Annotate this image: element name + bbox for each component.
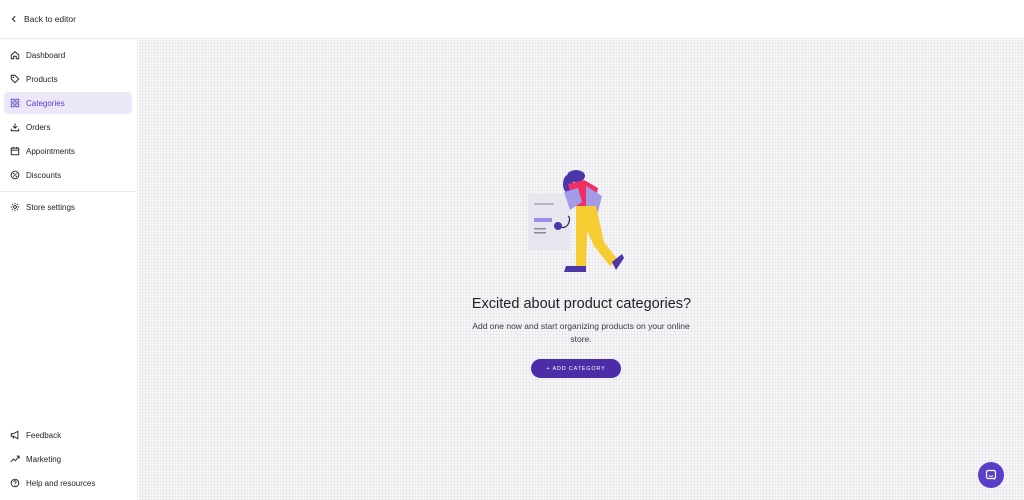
categories-illustration xyxy=(528,170,624,272)
empty-state-title: Excited about product categories? xyxy=(471,296,692,312)
sidebar-divider xyxy=(0,191,138,192)
calendar-icon xyxy=(10,146,20,156)
sidebar-item-label: Categories xyxy=(26,98,65,108)
add-category-button[interactable]: + ADD CATEGORY xyxy=(531,359,621,378)
top-bar: Back to editor xyxy=(0,0,1024,39)
sidebar-item-appointments[interactable]: Appointments xyxy=(4,140,132,162)
tag-icon xyxy=(10,74,20,84)
sidebar-item-label: Dashboard xyxy=(26,50,66,60)
sidebar-item-products[interactable]: Products xyxy=(4,68,132,90)
sidebar-item-dashboard[interactable]: Dashboard xyxy=(4,44,132,66)
sidebar-item-help-and-resources[interactable]: Help and resources xyxy=(4,472,132,494)
home-icon xyxy=(10,51,20,60)
sidebar-item-label: Products xyxy=(26,74,58,84)
chat-icon xyxy=(985,469,997,480)
sidebar-item-orders[interactable]: Orders xyxy=(4,116,132,138)
megaphone-icon xyxy=(10,430,19,440)
gear-icon xyxy=(10,202,20,212)
download-icon xyxy=(10,123,20,132)
sidebar-item-label: Help and resources xyxy=(26,478,96,488)
sidebar-item-label: Appointments xyxy=(26,146,75,156)
sidebar-item-label: Store settings xyxy=(26,202,75,212)
sidebar-item-label: Orders xyxy=(26,122,51,132)
discount-icon xyxy=(10,170,20,180)
empty-state-description: Add one now and start organizing product… xyxy=(472,321,690,344)
chat-support-button[interactable] xyxy=(978,462,1004,488)
sidebar-item-discounts[interactable]: Discounts xyxy=(4,164,132,186)
help-icon xyxy=(10,478,20,488)
sidebar-item-label: Feedback xyxy=(26,430,62,440)
chevron-left-icon xyxy=(11,15,16,23)
sidebar-item-feedback[interactable]: Feedback xyxy=(4,424,132,446)
trend-icon xyxy=(10,455,20,463)
grid-icon xyxy=(10,98,20,108)
sidebar-item-store-settings[interactable]: Store settings xyxy=(4,196,132,218)
main-content: Excited about product categories? Add on… xyxy=(139,40,1024,500)
sidebar-item-marketing[interactable]: Marketing xyxy=(4,448,132,470)
sidebar-item-label: Discounts xyxy=(26,170,62,180)
back-to-editor-label: Back to editor xyxy=(24,14,76,24)
sidebar-item-label: Marketing xyxy=(26,454,62,464)
sidebar: Dashboard Products Categories Orders App… xyxy=(0,39,138,500)
back-to-editor-link[interactable]: Back to editor xyxy=(10,14,76,24)
sidebar-item-categories[interactable]: Categories xyxy=(4,92,132,114)
